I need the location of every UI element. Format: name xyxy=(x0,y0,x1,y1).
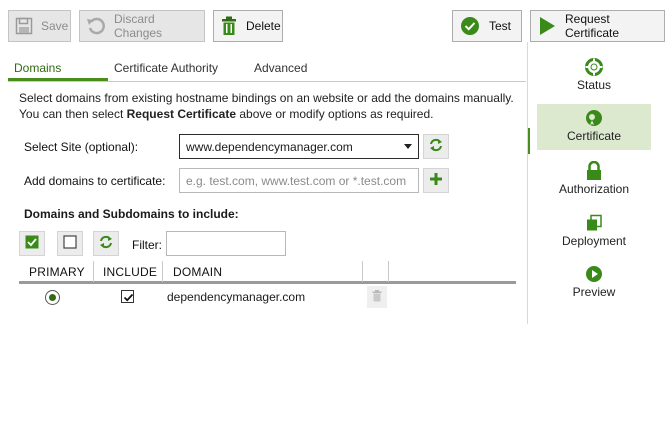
tab-advanced[interactable]: Advanced xyxy=(254,61,307,75)
save-button[interactable]: Save xyxy=(8,10,71,42)
nav-item-authorization[interactable]: Authorization xyxy=(537,157,651,203)
discard-changes-button[interactable]: Discard Changes xyxy=(79,10,205,42)
active-nav-indicator xyxy=(528,128,530,154)
instructions-text: Select domains from existing hostname bi… xyxy=(19,90,524,122)
instructions-post: above or modify options as required. xyxy=(236,107,434,121)
include-checkbox[interactable] xyxy=(121,290,134,303)
active-tab-indicator xyxy=(8,78,108,81)
lock-icon xyxy=(585,160,603,182)
tab-strip: Domains Certificate Authority Advanced xyxy=(8,58,526,82)
checked-box-icon xyxy=(25,235,39,252)
select-site-value: www.dependencymanager.com xyxy=(186,140,353,154)
instructions-line-1: Select domains from existing hostname bi… xyxy=(19,91,514,105)
filter-input[interactable] xyxy=(166,231,286,256)
header-include[interactable]: INCLUDE xyxy=(103,265,157,279)
domain-cell: dependencymanager.com xyxy=(167,290,306,304)
nav-label-status: Status xyxy=(576,78,612,92)
certificate-icon xyxy=(585,107,603,129)
test-label: Test xyxy=(489,19,512,33)
play-circle-icon xyxy=(585,263,603,285)
delete-button[interactable]: Delete xyxy=(213,10,283,42)
refresh-icon xyxy=(429,138,443,155)
test-button[interactable]: Test xyxy=(452,10,522,42)
tab-domains[interactable]: Domains xyxy=(14,61,61,75)
floppy-icon xyxy=(15,15,33,37)
nav-label-certificate: Certificate xyxy=(566,129,622,143)
header-domain[interactable]: DOMAIN xyxy=(173,265,222,279)
instructions-bold: Request Certificate xyxy=(126,107,237,121)
nav-item-preview[interactable]: Preview xyxy=(537,260,651,306)
column-divider xyxy=(388,261,389,282)
refresh-icon xyxy=(99,235,113,252)
table-row: dependencymanager.com xyxy=(19,284,516,312)
select-site-dropdown[interactable]: www.dependencymanager.com xyxy=(179,134,419,159)
domains-section-title: Domains and Subdomains to include: xyxy=(24,207,239,221)
primary-radio[interactable] xyxy=(45,290,60,305)
column-divider xyxy=(362,261,363,282)
nav-label-deployment: Deployment xyxy=(561,234,627,248)
remove-domain-button[interactable] xyxy=(367,286,387,308)
plus-icon xyxy=(429,172,443,189)
header-primary[interactable]: PRIMARY xyxy=(29,265,85,279)
instructions-line-2: You can then select Request Certificate … xyxy=(19,106,524,122)
copy-icon xyxy=(585,212,603,234)
domains-grid: PRIMARY INCLUDE DOMAIN dependencymanager… xyxy=(19,261,516,312)
add-domains-input[interactable] xyxy=(179,168,419,193)
filter-label: Filter: xyxy=(132,238,162,252)
save-label: Save xyxy=(41,19,69,33)
play-icon xyxy=(537,15,557,37)
empty-box-icon xyxy=(63,235,77,252)
select-all-button[interactable] xyxy=(19,231,45,256)
instructions-pre: You can then select xyxy=(19,107,127,121)
refresh-sites-button[interactable] xyxy=(423,134,449,159)
column-divider xyxy=(93,261,94,282)
add-domains-label: Add domains to certificate: xyxy=(24,174,166,188)
chevron-down-icon xyxy=(404,144,412,149)
nav-label-authorization: Authorization xyxy=(558,182,630,196)
nav-item-certificate[interactable]: Certificate xyxy=(537,104,651,150)
request-certificate-button[interactable]: Request Certificate xyxy=(530,10,665,42)
add-domains-button[interactable] xyxy=(423,168,449,193)
refresh-domains-button[interactable] xyxy=(93,231,119,256)
grid-header: PRIMARY INCLUDE DOMAIN xyxy=(19,261,516,284)
trash-icon xyxy=(372,289,382,305)
request-certificate-label: Request Certificate xyxy=(565,12,620,40)
select-none-button[interactable] xyxy=(57,231,83,256)
nav-item-deployment[interactable]: Deployment xyxy=(537,209,651,255)
trash-icon xyxy=(220,15,238,37)
discard-changes-label: Discard Changes xyxy=(114,12,163,40)
nav-item-status[interactable]: Status xyxy=(537,53,651,99)
undo-icon xyxy=(86,15,106,37)
nav-label-preview: Preview xyxy=(572,285,616,299)
nav-divider xyxy=(527,42,528,324)
lifebuoy-icon xyxy=(585,56,603,78)
select-site-label: Select Site (optional): xyxy=(24,140,139,154)
delete-label: Delete xyxy=(246,19,281,33)
column-divider xyxy=(162,261,163,282)
check-circle-icon xyxy=(459,15,481,37)
tab-certificate-authority[interactable]: Certificate Authority xyxy=(114,61,218,75)
